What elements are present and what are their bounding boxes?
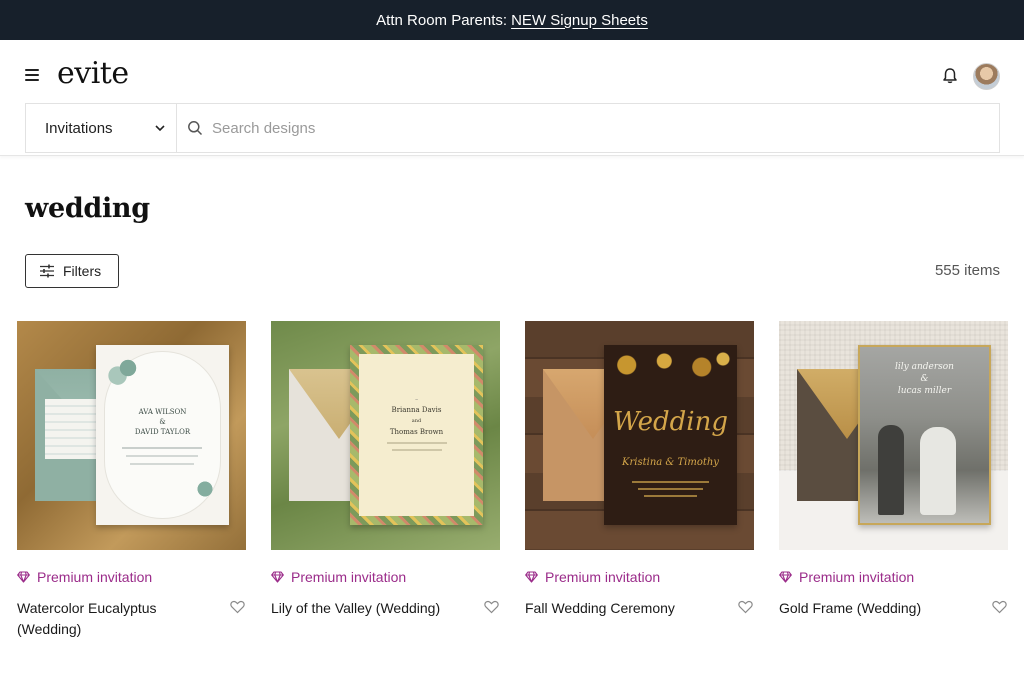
premium-badge: Premium invitation xyxy=(17,569,246,585)
design-thumbnail[interactable]: Wedding Kristina & Timothy xyxy=(525,321,754,550)
premium-label: Premium invitation xyxy=(799,569,915,585)
signup-sheets-link[interactable]: NEW Signup Sheets xyxy=(511,12,648,29)
invite-ampersand: & xyxy=(159,418,166,426)
announcement-bar: Attn Room Parents: NEW Signup Sheets xyxy=(0,0,1024,40)
design-card[interactable]: Ava Wilson & David Taylor Premium invita… xyxy=(17,321,246,640)
search-bar: Invitations xyxy=(25,103,1000,153)
hamburger-menu-icon[interactable] xyxy=(25,69,39,83)
invite-name-1: Ava Wilson xyxy=(138,408,187,416)
search-field xyxy=(177,104,999,152)
sliders-icon xyxy=(40,264,54,278)
invite-heading: Wedding xyxy=(613,407,728,437)
design-thumbnail[interactable]: Ava Wilson & David Taylor xyxy=(17,321,246,550)
premium-badge: Premium invitation xyxy=(779,569,1008,585)
gem-icon xyxy=(525,571,538,583)
heart-icon[interactable] xyxy=(230,600,245,614)
item-count: 555 items xyxy=(934,262,1000,279)
gem-icon xyxy=(271,571,284,583)
design-thumbnail[interactable]: lily anderson & lucas miller xyxy=(779,321,1008,550)
design-thumbnail[interactable]: ~ Brianna Davis and Thomas Brown xyxy=(271,321,500,550)
filters-button[interactable]: Filters xyxy=(25,254,119,288)
design-card[interactable]: ~ Brianna Davis and Thomas Brown Premium… xyxy=(271,321,500,619)
invite-name-2: David Taylor xyxy=(134,428,191,436)
gem-icon xyxy=(17,571,30,583)
premium-label: Premium invitation xyxy=(545,569,661,585)
heart-icon[interactable] xyxy=(992,600,1007,614)
gem-icon xyxy=(779,571,792,583)
invite-name-2: lucas miller xyxy=(897,386,952,396)
invite-ampersand: & xyxy=(920,374,929,384)
premium-label: Premium invitation xyxy=(37,569,153,585)
invite-name-1: Brianna Davis xyxy=(391,406,442,414)
search-input[interactable] xyxy=(212,119,912,137)
design-name[interactable]: Lily of the Valley (Wedding) xyxy=(271,598,461,619)
invite-name-2: Thomas Brown xyxy=(389,428,444,436)
design-card[interactable]: lily anderson & lucas miller Premium inv… xyxy=(779,321,1008,619)
design-card[interactable]: Wedding Kristina & Timothy Premium invit… xyxy=(525,321,754,619)
category-select[interactable]: Invitations xyxy=(26,104,177,152)
chevron-down-icon xyxy=(155,125,165,132)
design-name[interactable]: Gold Frame (Wedding) xyxy=(779,598,969,619)
category-select-label: Invitations xyxy=(45,119,113,137)
invite-name-1: lily anderson xyxy=(895,362,954,372)
filters-label: Filters xyxy=(63,263,102,279)
premium-label: Premium invitation xyxy=(291,569,407,585)
site-header: evite Invitations xyxy=(0,40,1024,156)
announcement-text: Attn Room Parents: xyxy=(376,11,508,29)
invite-and: and xyxy=(411,418,422,424)
user-avatar[interactable] xyxy=(973,63,1000,90)
design-name[interactable]: Watercolor Eucalyptus (Wedding) xyxy=(17,598,207,640)
evite-logo[interactable]: evite xyxy=(57,56,129,91)
heart-icon[interactable] xyxy=(484,600,499,614)
page-title: wedding xyxy=(25,193,150,224)
heart-icon[interactable] xyxy=(738,600,753,614)
premium-badge: Premium invitation xyxy=(271,569,500,585)
design-name[interactable]: Fall Wedding Ceremony xyxy=(525,598,715,619)
bell-icon[interactable] xyxy=(940,66,960,86)
search-icon xyxy=(188,121,203,136)
invite-couple: Kristina & Timothy xyxy=(622,457,719,468)
premium-badge: Premium invitation xyxy=(525,569,754,585)
